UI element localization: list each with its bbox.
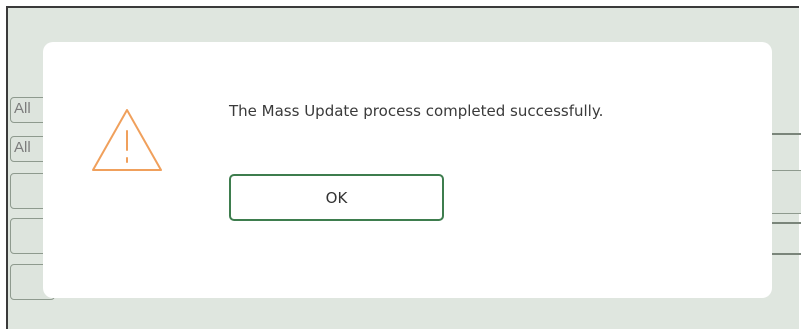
background-divider [770, 253, 801, 255]
dialog-message: The Mass Update process completed succes… [229, 102, 604, 120]
background-divider [770, 222, 801, 224]
alert-dialog: The Mass Update process completed succes… [43, 42, 772, 298]
ok-button[interactable]: OK [229, 174, 444, 221]
background-field-right-1 [768, 170, 801, 214]
warning-triangle-icon [87, 104, 167, 176]
background-divider [770, 133, 801, 135]
